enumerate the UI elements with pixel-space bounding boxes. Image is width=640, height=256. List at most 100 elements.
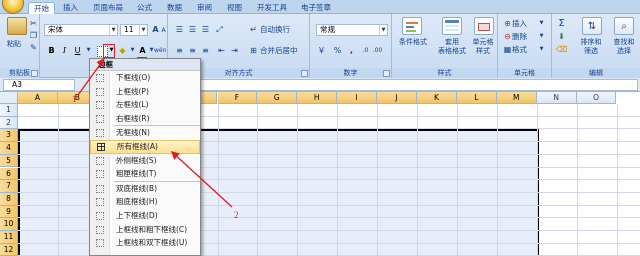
tab-page-layout[interactable]: 页面布局 bbox=[88, 2, 128, 14]
cell-styles-icon[interactable] bbox=[474, 17, 494, 35]
chevron-down-icon[interactable]: ▼ bbox=[536, 18, 547, 29]
phonetic-icon[interactable]: wén bbox=[154, 45, 166, 56]
column-header-j[interactable]: J bbox=[377, 92, 417, 104]
insert-cells-button[interactable]: 插入 bbox=[512, 18, 536, 30]
comma-style-button[interactable]: , bbox=[346, 45, 357, 56]
paste-icon[interactable] bbox=[7, 17, 27, 35]
merge-center-icon[interactable]: ⊞ bbox=[248, 45, 259, 56]
border-menu-item[interactable]: 粗底框线(H) bbox=[90, 195, 200, 209]
decrease-decimal-icon[interactable]: .00 bbox=[372, 45, 383, 56]
align-bottom-icon[interactable]: ☰ bbox=[200, 24, 211, 35]
column-header-g[interactable]: G bbox=[257, 92, 298, 104]
border-menu-item[interactable]: 上框线(P) bbox=[90, 85, 200, 99]
border-menu-item[interactable]: 上框线和粗下框线(C) bbox=[90, 223, 200, 237]
align-left-icon[interactable]: ≡ bbox=[174, 45, 185, 56]
row-header-8[interactable]: 8 bbox=[0, 192, 18, 206]
italic-button[interactable]: I bbox=[59, 45, 70, 56]
name-box[interactable]: A3 bbox=[3, 79, 75, 91]
orientation-icon[interactable]: ⤢ bbox=[214, 24, 225, 35]
column-header-o[interactable]: O bbox=[576, 92, 617, 104]
column-header-k[interactable]: K bbox=[417, 92, 457, 104]
fill-icon[interactable]: ⬇ bbox=[556, 31, 567, 42]
merge-center-button[interactable]: 合并后居中 bbox=[260, 45, 308, 57]
find-select-icon[interactable]: ⌕ bbox=[614, 17, 634, 35]
paste-button[interactable]: 粘贴 bbox=[3, 40, 25, 49]
wrap-text-icon[interactable]: ↵ bbox=[248, 24, 259, 35]
border-menu-item[interactable]: 下框线(O) bbox=[90, 71, 200, 85]
formula-input[interactable] bbox=[200, 79, 638, 91]
row-header-7[interactable]: 7 bbox=[0, 180, 18, 193]
column-header-a[interactable]: A bbox=[18, 92, 58, 104]
column-header-h[interactable]: H bbox=[297, 92, 338, 104]
row-header-5[interactable]: 5 bbox=[0, 154, 18, 168]
row-header-1[interactable]: 1 bbox=[0, 104, 18, 117]
border-menu-item[interactable]: 上框线和双下框线(U) bbox=[90, 236, 200, 250]
cell-styles-button[interactable]: 单元格 样式 bbox=[468, 38, 498, 56]
column-header-l[interactable]: L bbox=[456, 92, 497, 104]
row-header-4[interactable]: 4 bbox=[0, 142, 18, 155]
align-middle-icon[interactable]: ☰ bbox=[187, 24, 198, 35]
sort-filter-icon[interactable]: ⇅ bbox=[582, 17, 602, 35]
tab-e-signature[interactable]: 电子签章 bbox=[296, 2, 336, 14]
border-menu-item[interactable]: 左框线(L) bbox=[90, 98, 200, 112]
border-menu-item[interactable]: 右框线(R) bbox=[90, 112, 200, 126]
underline-button[interactable]: U bbox=[72, 45, 83, 56]
row-header-9[interactable]: 9 bbox=[0, 205, 18, 219]
delete-cells-button[interactable]: 删除 bbox=[512, 31, 536, 43]
currency-icon[interactable]: ￥ bbox=[316, 45, 327, 56]
row-header-10[interactable]: 10 bbox=[0, 218, 18, 231]
chevron-down-icon[interactable]: ▼ bbox=[536, 44, 547, 55]
column-header-f[interactable]: F bbox=[217, 92, 258, 104]
bold-button[interactable]: B bbox=[46, 45, 57, 56]
find-select-button[interactable]: 查找和 选择 bbox=[608, 38, 640, 56]
border-menu-item[interactable]: 粗匣框线(T) bbox=[90, 167, 200, 181]
border-menu-item[interactable]: 无框线(N) bbox=[90, 126, 200, 140]
tab-review[interactable]: 审阅 bbox=[192, 2, 217, 14]
number-format-select[interactable]: 常规 ▼ bbox=[316, 24, 388, 36]
align-top-icon[interactable]: ☰ bbox=[174, 24, 185, 35]
copy-icon[interactable]: ❐ bbox=[28, 30, 39, 41]
tab-data[interactable]: 数据 bbox=[162, 2, 187, 14]
align-center-icon[interactable]: ≡ bbox=[187, 45, 198, 56]
tab-view[interactable]: 视图 bbox=[222, 2, 247, 14]
chevron-down-icon[interactable]: ▼ bbox=[536, 31, 547, 42]
decrease-indent-icon[interactable]: ⇤ bbox=[216, 45, 227, 56]
column-header-m[interactable]: M bbox=[496, 92, 537, 104]
border-menu-item[interactable]: 双底框线(B) bbox=[90, 182, 200, 196]
chevron-down-icon[interactable]: ▼ bbox=[83, 45, 94, 56]
conditional-format-icon[interactable] bbox=[402, 17, 422, 35]
increase-indent-icon[interactable]: ⇥ bbox=[229, 45, 240, 56]
number-launcher-icon[interactable] bbox=[383, 70, 390, 77]
tab-insert[interactable]: 插入 bbox=[58, 2, 83, 14]
row-header-11[interactable]: 11 bbox=[0, 231, 18, 244]
border-menu-item[interactable]: 外侧框线(S) bbox=[90, 154, 200, 168]
format-cells-button[interactable]: 格式 bbox=[512, 44, 536, 56]
clipboard-launcher-icon[interactable] bbox=[31, 70, 38, 77]
wrap-text-button[interactable]: 自动换行 bbox=[260, 24, 306, 36]
column-header-i[interactable]: I bbox=[337, 92, 378, 104]
percent-button[interactable]: % bbox=[332, 45, 343, 56]
row-header-6[interactable]: 6 bbox=[0, 167, 18, 181]
format-painter-icon[interactable]: ✎ bbox=[28, 42, 39, 53]
increase-decimal-icon[interactable]: .0 bbox=[360, 45, 371, 56]
autosum-icon[interactable]: Σ bbox=[556, 18, 567, 29]
tab-developer[interactable]: 开发工具 bbox=[252, 2, 292, 14]
border-menu-item[interactable]: 上下框线(D) bbox=[90, 209, 200, 223]
sort-filter-button[interactable]: 排序和 筛选 bbox=[574, 38, 608, 56]
row-header-2[interactable]: 2 bbox=[0, 116, 18, 130]
font-name-select[interactable]: 宋体 ▼ bbox=[44, 24, 118, 36]
conditional-format-button[interactable]: 条件格式 bbox=[392, 38, 434, 47]
select-all-corner[interactable] bbox=[0, 92, 18, 104]
cut-icon[interactable]: ✂ bbox=[28, 18, 39, 29]
office-button[interactable] bbox=[2, 0, 24, 14]
column-header-n[interactable]: N bbox=[536, 92, 577, 104]
clear-icon[interactable]: ⌫ bbox=[556, 44, 567, 55]
row-header-3[interactable]: 3 bbox=[0, 129, 18, 143]
tab-formulas[interactable]: 公式 bbox=[132, 2, 157, 14]
align-right-icon[interactable]: ≡ bbox=[200, 45, 211, 56]
row-header-12[interactable]: 12 bbox=[0, 243, 18, 256]
alignment-launcher-icon[interactable] bbox=[301, 70, 308, 77]
font-size-select[interactable]: 11 ▼ bbox=[120, 24, 148, 36]
format-as-table-icon[interactable] bbox=[442, 17, 462, 35]
border-menu-item[interactable]: 所有框线(A) bbox=[90, 139, 200, 154]
